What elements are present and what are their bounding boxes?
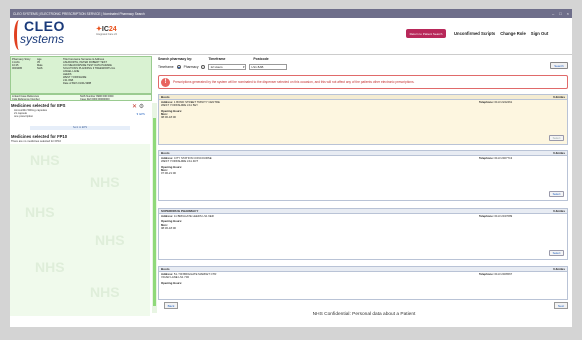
eps-link[interactable]: ▼ EPS — [136, 113, 145, 116]
left-panel: Pharmacy Story 4 AUG 10:25 0003486 Age 35 Mal… — [10, 56, 157, 327]
fp10-medicines-section: Medicines selected for FP10 There are no… — [10, 134, 152, 143]
nav-unconfirmed-scripts[interactable]: Unconfirmed Scripts — [454, 31, 495, 36]
fp10-empty-text: There are no medicines selected for FP10 — [11, 140, 62, 143]
close-icon[interactable]: × — [567, 11, 569, 16]
warning-icon: ! — [161, 77, 170, 87]
eps-medicine-list: Amoxicillin 500mg capsules 21 capsule on… — [14, 109, 48, 119]
timeframe-select[interactable]: 12 Hours ▾ — [208, 64, 247, 70]
pharmacy-card: Boots 0.2miles Address: 1 BOND STREET TRI… — [158, 94, 568, 145]
chevron-down-icon: ▾ — [242, 65, 245, 69]
back-button[interactable]: Back — [164, 302, 178, 309]
settings-icon[interactable]: ⚙ — [139, 104, 144, 110]
search-heading: Search pharmacy by: Timeframe Postcode — [158, 57, 269, 61]
search-row: Timeframe Pharmacy 12 Hours ▾ LS1 8AB — [158, 64, 288, 70]
return-to-patient-search-button[interactable]: Return to Patient Search — [406, 29, 446, 38]
patient-ids: Linked Case Reference NHS Number 9990 000… — [10, 94, 152, 101]
next-button[interactable]: Next — [554, 302, 568, 309]
select-pharmacy-button[interactable]: Select — [549, 191, 564, 197]
main-panel: Search pharmacy by: Timeframe Postcode T… — [156, 56, 572, 327]
patient-banner: Pharmacy Story 4 AUG 10:25 0003486 Age 35 Mal… — [10, 56, 152, 94]
maximize-icon[interactable]: □ — [559, 11, 561, 16]
nomination-warning: ! Prescriptions generated by the system … — [158, 75, 568, 89]
minimize-icon[interactable]: – — [552, 11, 554, 16]
sent-to-eps-bar[interactable]: Sent to EPS — [30, 126, 130, 130]
cleo-logo: CLEO systems — [14, 19, 76, 52]
eps-medicines-section: Medicines selected for EPS Amoxicillin 5… — [10, 103, 152, 121]
app-header: CLEO systems ✦IC24 Integrated Care 24 Re… — [10, 18, 572, 55]
nhs-watermark-background: NHS NHS NHS NHS NHS NHS — [10, 144, 150, 316]
remove-icon[interactable]: ✕ — [132, 104, 137, 110]
fp10-medicines-heading: Medicines selected for FP10 — [11, 134, 68, 139]
select-pharmacy-button[interactable]: Select — [549, 250, 564, 256]
title-bar: CLEO SYSTEMS | ELECTRONIC PRESCRIPTION S… — [10, 9, 572, 18]
postcode-input[interactable]: LS1 8AB — [249, 64, 288, 70]
select-pharmacy-button[interactable]: Select — [549, 135, 564, 141]
pharmacy-card: Boots 0.3miles Address: CITY STATION CONC… — [158, 150, 568, 201]
application-window: CLEO SYSTEMS | ELECTRONIC PRESCRIPTION S… — [10, 9, 572, 327]
window-title: CLEO SYSTEMS | ELECTRONIC PRESCRIPTION S… — [13, 11, 145, 16]
eps-medicines-heading: Medicines selected for EPS — [11, 103, 66, 108]
pharmacy-card: Boots 0.3miles Address: 51 / 59 BRIGGATE … — [158, 266, 568, 300]
confidential-footer: NHS Confidential: Personal data about a … — [312, 312, 416, 317]
pharmacy-card: SUPERDRUG PHARMACY 0.3miles Address: 11 B… — [158, 208, 568, 260]
cleo-swoosh-icon — [14, 20, 24, 50]
nav-sign-out[interactable]: Sign Out — [531, 31, 548, 36]
timeframe-radio[interactable] — [176, 65, 181, 69]
ic24-logo: ✦IC24 Integrated Care 24 — [96, 26, 117, 36]
search-button[interactable]: Search — [550, 62, 568, 69]
nav-change-role[interactable]: Change Role — [500, 31, 526, 36]
top-nav: Unconfirmed Scripts Change Role Sign Out — [454, 29, 548, 38]
pharmacy-radio[interactable] — [201, 65, 206, 69]
